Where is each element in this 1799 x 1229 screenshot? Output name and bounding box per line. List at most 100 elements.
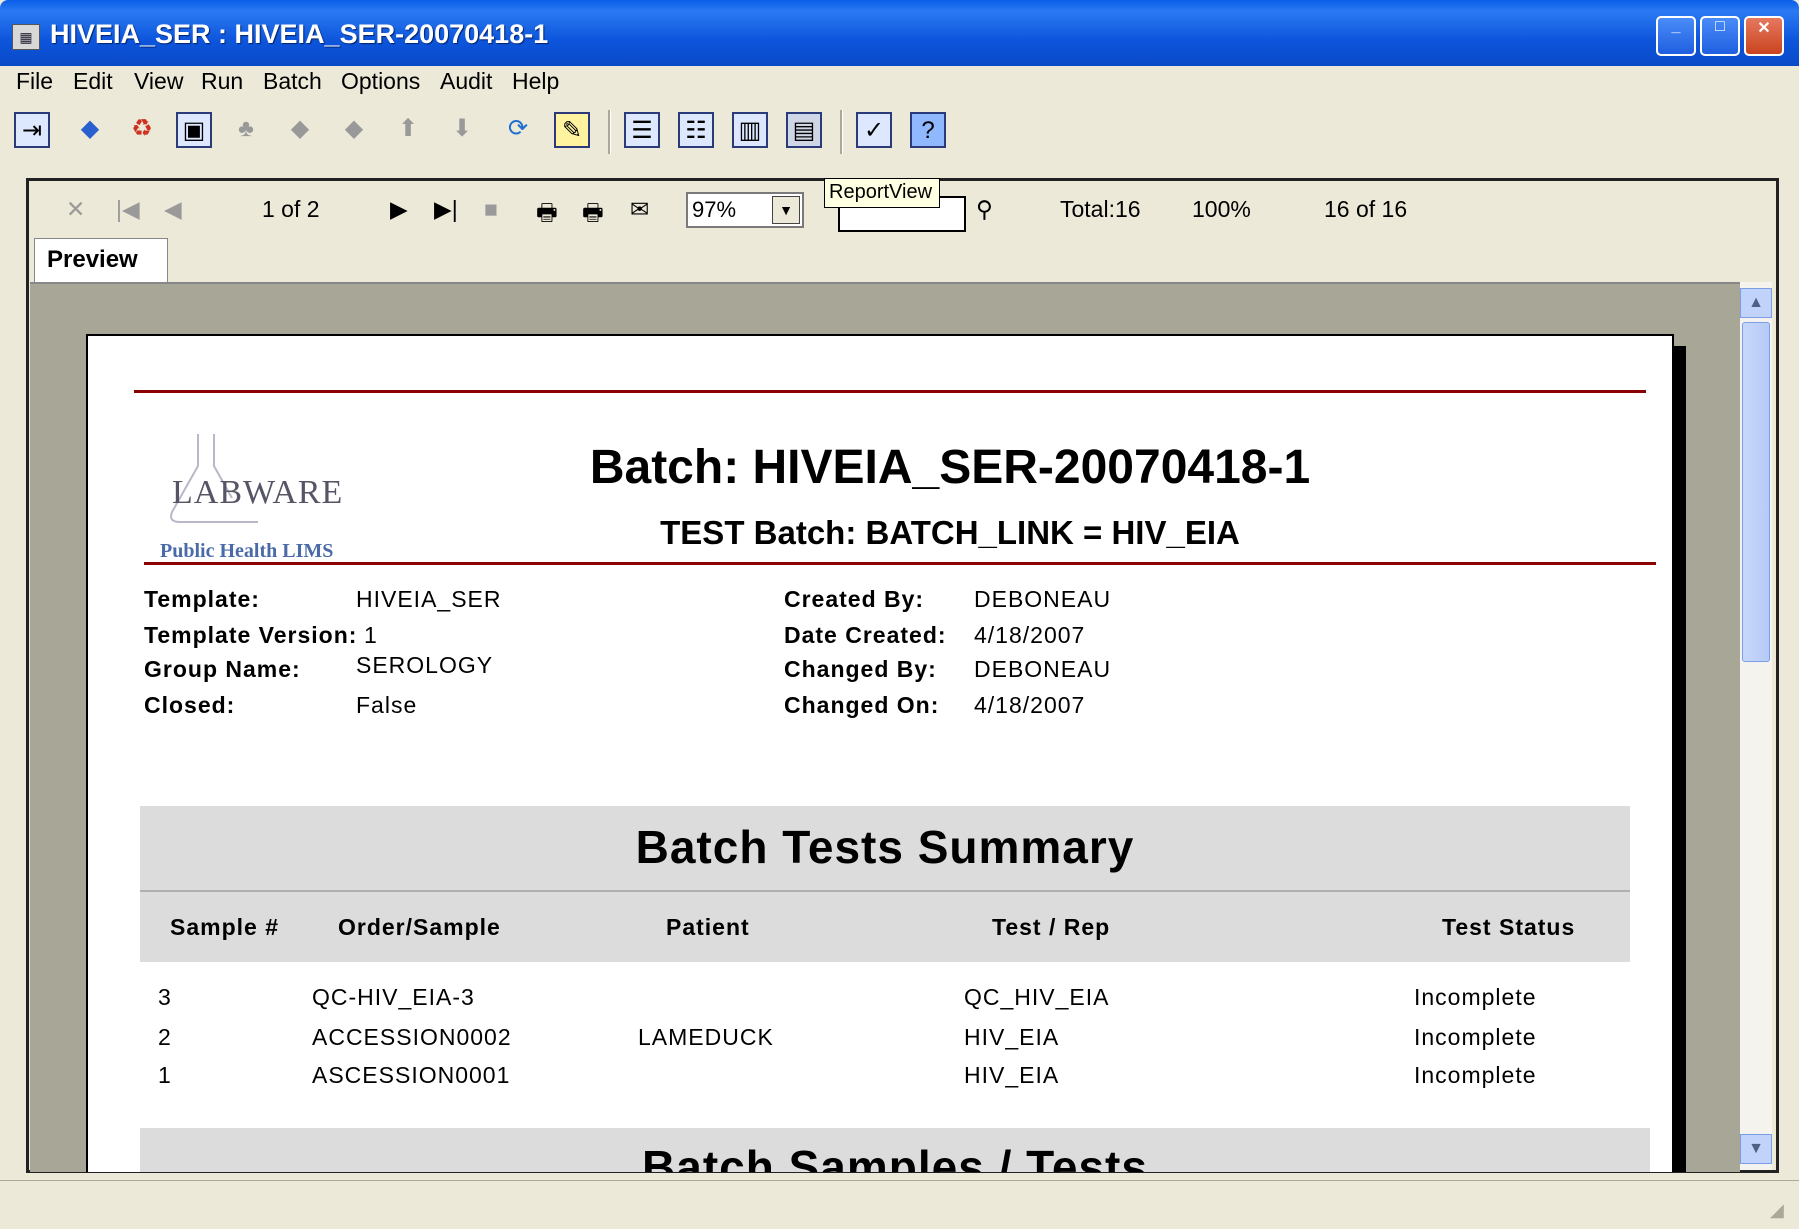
column-header: Test / Rep	[992, 914, 1111, 940]
add-item-icon: ◆	[290, 115, 310, 142]
column-header: Patient	[666, 914, 750, 940]
resize-grip-icon[interactable]: ◢	[1770, 1200, 1784, 1221]
main-toolbar	[0, 100, 1799, 162]
section-header: Batch Samples / Tests	[140, 1128, 1650, 1172]
total-count: Total:16	[1060, 196, 1141, 222]
cell-status: Incomplete	[1414, 984, 1537, 1010]
scroll-down-icon[interactable]: ▼	[1740, 1134, 1772, 1164]
add-icon[interactable]: ◆	[72, 112, 108, 148]
menu-file[interactable]: File	[16, 68, 53, 95]
tab-preview[interactable]: Preview	[34, 238, 168, 282]
divider	[134, 390, 1646, 393]
close-icon: ✕	[1757, 20, 1771, 37]
column-header: Sample #	[170, 914, 279, 940]
report-page: LABWARE Public Health LIMS Batch: HIVEIA…	[86, 334, 1674, 1172]
cell-test: HIV_EIA	[964, 1062, 1060, 1088]
list-view-icon[interactable]: ☰	[624, 112, 660, 148]
group-view-icon[interactable]: ☷	[678, 112, 714, 148]
column-header: Test Status	[1442, 914, 1576, 940]
scrollbar-thumb[interactable]	[1742, 322, 1770, 662]
users-icon: ♣	[238, 115, 254, 142]
cell-status: Incomplete	[1414, 1024, 1537, 1050]
close-button[interactable]: ✕	[1744, 16, 1784, 56]
menu-options[interactable]: Options	[341, 68, 420, 95]
divider	[140, 890, 1630, 892]
app-icon[interactable]: ▦	[12, 24, 40, 50]
toolbar-separator	[840, 110, 843, 154]
menu-edit[interactable]: Edit	[73, 68, 113, 95]
close-report-icon[interactable]: ✕	[66, 196, 85, 223]
table-row: 2 ACCESSION0002 LAMEDUCK HIV_EIA Incompl…	[140, 1024, 1630, 1058]
field-label: Group Name:	[144, 656, 301, 682]
field-value: 4/18/2007	[974, 622, 1086, 648]
field-label: Closed:	[144, 692, 236, 718]
cell-sample: 3	[158, 984, 172, 1010]
report-view-icon[interactable]: ▤	[786, 112, 822, 148]
stop-icon[interactable]: ■	[484, 196, 498, 223]
exit-icon[interactable]: ⇥	[14, 112, 50, 148]
next-page-icon[interactable]: ▶	[390, 196, 408, 223]
field-label: Template:	[144, 586, 260, 612]
edit-icon[interactable]: ✎	[554, 112, 590, 148]
cell-sample: 2	[158, 1024, 172, 1050]
report-subtitle: TEST Batch: BATCH_LINK = HIV_EIA	[660, 514, 1240, 551]
chevron-down-icon[interactable]: ▼	[772, 196, 800, 224]
preview-area: LABWARE Public Health LIMS Batch: HIVEIA…	[30, 282, 1740, 1172]
cell-sample: 1	[158, 1062, 172, 1088]
field-label: Date Created:	[784, 622, 947, 648]
menu-help[interactable]: Help	[512, 68, 559, 95]
cell-order: ACCESSION0002	[312, 1024, 512, 1050]
cell-order: QC-HIV_EIA-3	[312, 984, 475, 1010]
column-view-icon[interactable]: ▥	[732, 112, 768, 148]
first-page-icon[interactable]: |◀	[116, 196, 140, 223]
arrow-down-icon: ⬇	[451, 115, 473, 142]
maximize-button[interactable]: □	[1700, 16, 1740, 56]
summary-header: Batch Tests Summary Sample # Order/Sampl…	[140, 806, 1630, 962]
field-value: HIVEIA_SER	[356, 586, 502, 612]
minimize-button[interactable]: _	[1656, 16, 1696, 56]
field-value: DEBONEAU	[974, 656, 1112, 682]
column-header: Order/Sample	[338, 914, 501, 940]
minimize-icon: _	[1671, 18, 1681, 35]
prev-page-icon[interactable]: ◀	[164, 196, 182, 223]
report-title: Batch: HIVEIA_SER-20070418-1	[589, 441, 1311, 494]
field-label: Template Version:	[144, 622, 358, 648]
menu-view[interactable]: View	[134, 68, 183, 95]
sync-icon[interactable]: ⟳	[500, 112, 536, 148]
save-icon[interactable]: ▣	[176, 112, 212, 148]
menu-batch[interactable]: Batch	[263, 68, 322, 95]
cell-patient: LAMEDUCK	[638, 1024, 774, 1050]
binoculars-icon[interactable]: ⚲	[976, 196, 993, 223]
section-title: Batch Samples / Tests	[642, 1141, 1148, 1172]
menu-run[interactable]: Run	[201, 68, 243, 95]
field-value: DEBONEAU	[974, 586, 1112, 612]
field-label: Created By:	[784, 586, 925, 612]
field-value: False	[356, 692, 418, 718]
print-setup-icon[interactable]: 🖶	[582, 196, 604, 235]
cell-status: Incomplete	[1414, 1062, 1537, 1088]
progress-percent: 100%	[1192, 196, 1251, 222]
cell-test: QC_HIV_EIA	[964, 984, 1110, 1010]
remove-item-icon: ◆	[344, 115, 364, 142]
help-icon[interactable]: ?	[910, 112, 946, 148]
chart-icon[interactable]: ✓	[856, 112, 892, 148]
field-label: Changed By:	[784, 656, 937, 682]
record-count: 16 of 16	[1324, 196, 1408, 222]
page-indicator: 1 of 2	[262, 196, 320, 222]
summary-title: Batch Tests Summary	[635, 821, 1135, 873]
window-title: HIVEIA_SER : HIVEIA_SER-20070418-1	[50, 19, 549, 49]
scroll-up-icon[interactable]: ▲	[1740, 288, 1772, 318]
field-value: SEROLOGY	[356, 652, 494, 678]
print-icon[interactable]: 🖶	[536, 196, 558, 235]
menu-audit[interactable]: Audit	[440, 68, 492, 95]
refresh-icon[interactable]: ♻	[124, 112, 160, 148]
divider	[144, 562, 1656, 565]
cell-test: HIV_EIA	[964, 1024, 1060, 1050]
cell-order: ASCESSION0001	[312, 1062, 511, 1088]
last-page-icon[interactable]: ▶|	[434, 196, 458, 223]
field-value: 4/18/2007	[974, 692, 1086, 718]
toolbar-separator	[608, 110, 611, 154]
maximize-icon: □	[1715, 18, 1725, 35]
field-value: 1	[364, 622, 378, 648]
export-icon[interactable]: ✉	[630, 196, 649, 223]
